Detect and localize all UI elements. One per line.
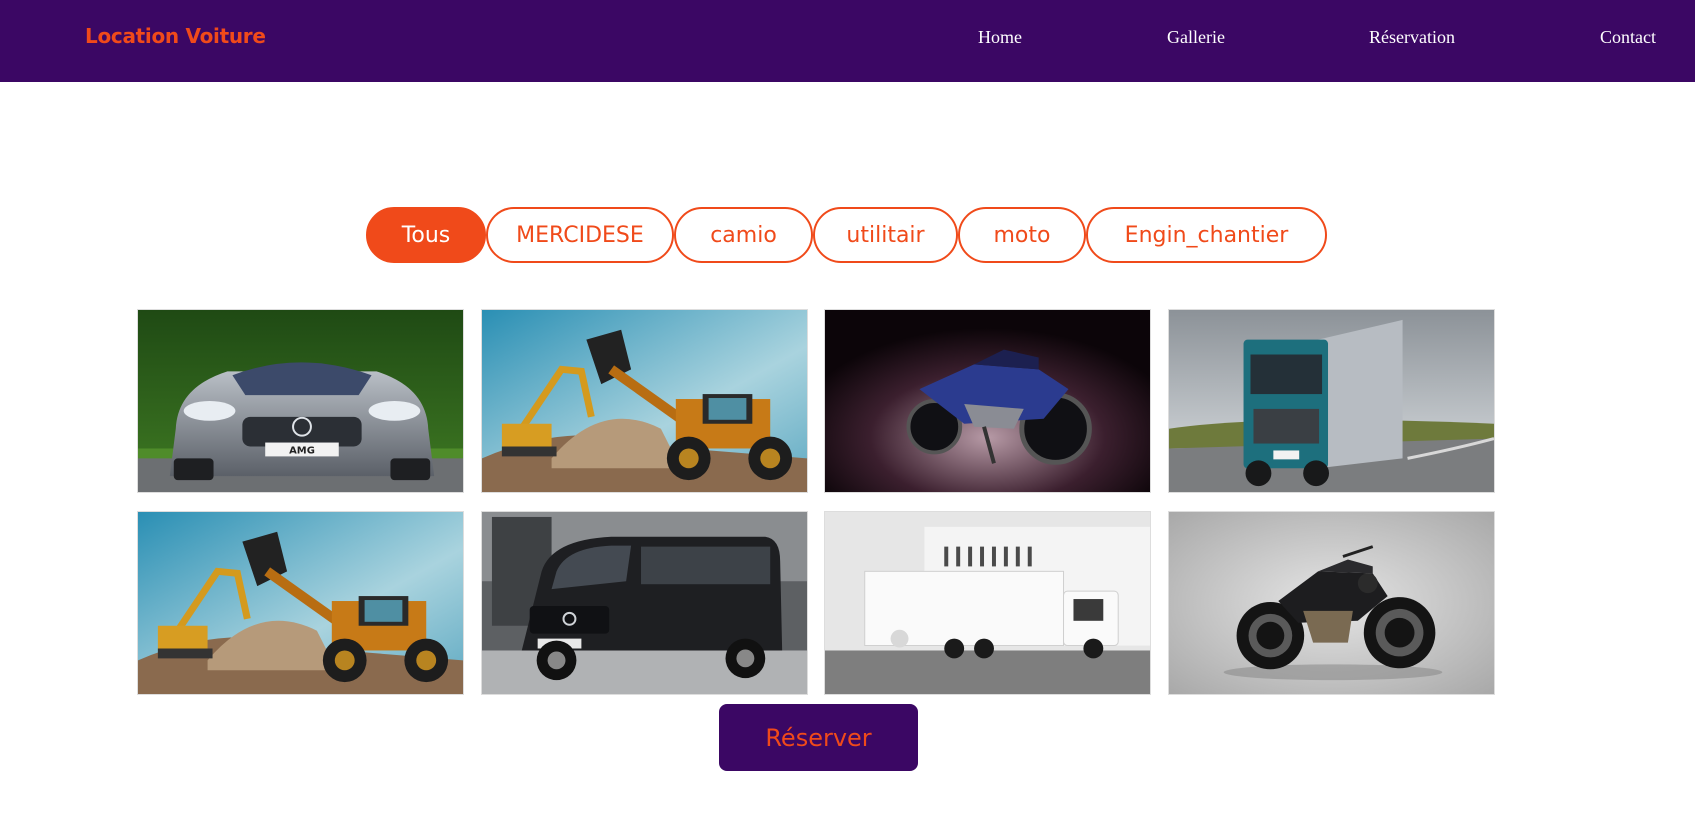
filter-mercedes-button[interactable]: MERCIDESE bbox=[486, 207, 674, 263]
nav-link-reservation[interactable]: Réservation bbox=[1369, 27, 1455, 48]
gallery-item-wheel-loader-2[interactable] bbox=[137, 511, 464, 695]
amg-plate-text: AMG bbox=[289, 445, 315, 456]
gallery-item-box-truck[interactable] bbox=[824, 511, 1151, 695]
filter-moto-button[interactable]: moto bbox=[958, 207, 1086, 263]
gallery-item-mercedes-amg[interactable]: AMG bbox=[137, 309, 464, 493]
gallery-item-naked-motorcycle[interactable] bbox=[1168, 511, 1495, 695]
reserve-button[interactable]: Réserver bbox=[719, 704, 918, 771]
gallery-item-semi-truck[interactable] bbox=[1168, 309, 1495, 493]
black-mercedes-van-photo bbox=[482, 512, 807, 694]
filter-all-button[interactable]: Tous bbox=[366, 207, 486, 263]
wheel-loader-and-excavator-photo bbox=[138, 512, 463, 694]
nav-link-gallery[interactable]: Gallerie bbox=[1167, 27, 1225, 48]
naked-motorcycle-photo bbox=[1169, 512, 1494, 694]
white-box-truck-photo bbox=[825, 512, 1150, 694]
wheel-loader-and-excavator-photo bbox=[482, 310, 807, 492]
brand-logo[interactable]: Location Voiture bbox=[85, 24, 266, 48]
gallery-item-sport-motorcycle[interactable] bbox=[824, 309, 1151, 493]
category-filter-bar: Tous MERCIDESE camio utilitair moto Engi… bbox=[0, 207, 1695, 263]
filter-truck-button[interactable]: camio bbox=[674, 207, 813, 263]
nav-link-contact[interactable]: Contact bbox=[1600, 27, 1656, 48]
top-navbar: Location Voiture Home Gallerie Réservati… bbox=[0, 0, 1695, 82]
filter-construction-button[interactable]: Engin_chantier bbox=[1086, 207, 1327, 263]
mercedes-amg-gt-coupe-photo: AMG bbox=[138, 310, 463, 492]
gallery-item-mercedes-van[interactable] bbox=[481, 511, 808, 695]
gallery-item-wheel-loader[interactable] bbox=[481, 309, 808, 493]
sport-motorcycle-dark-photo bbox=[825, 310, 1150, 492]
teal-semi-truck-photo bbox=[1169, 310, 1494, 492]
nav-link-home[interactable]: Home bbox=[978, 27, 1022, 48]
filter-utility-button[interactable]: utilitair bbox=[813, 207, 958, 263]
